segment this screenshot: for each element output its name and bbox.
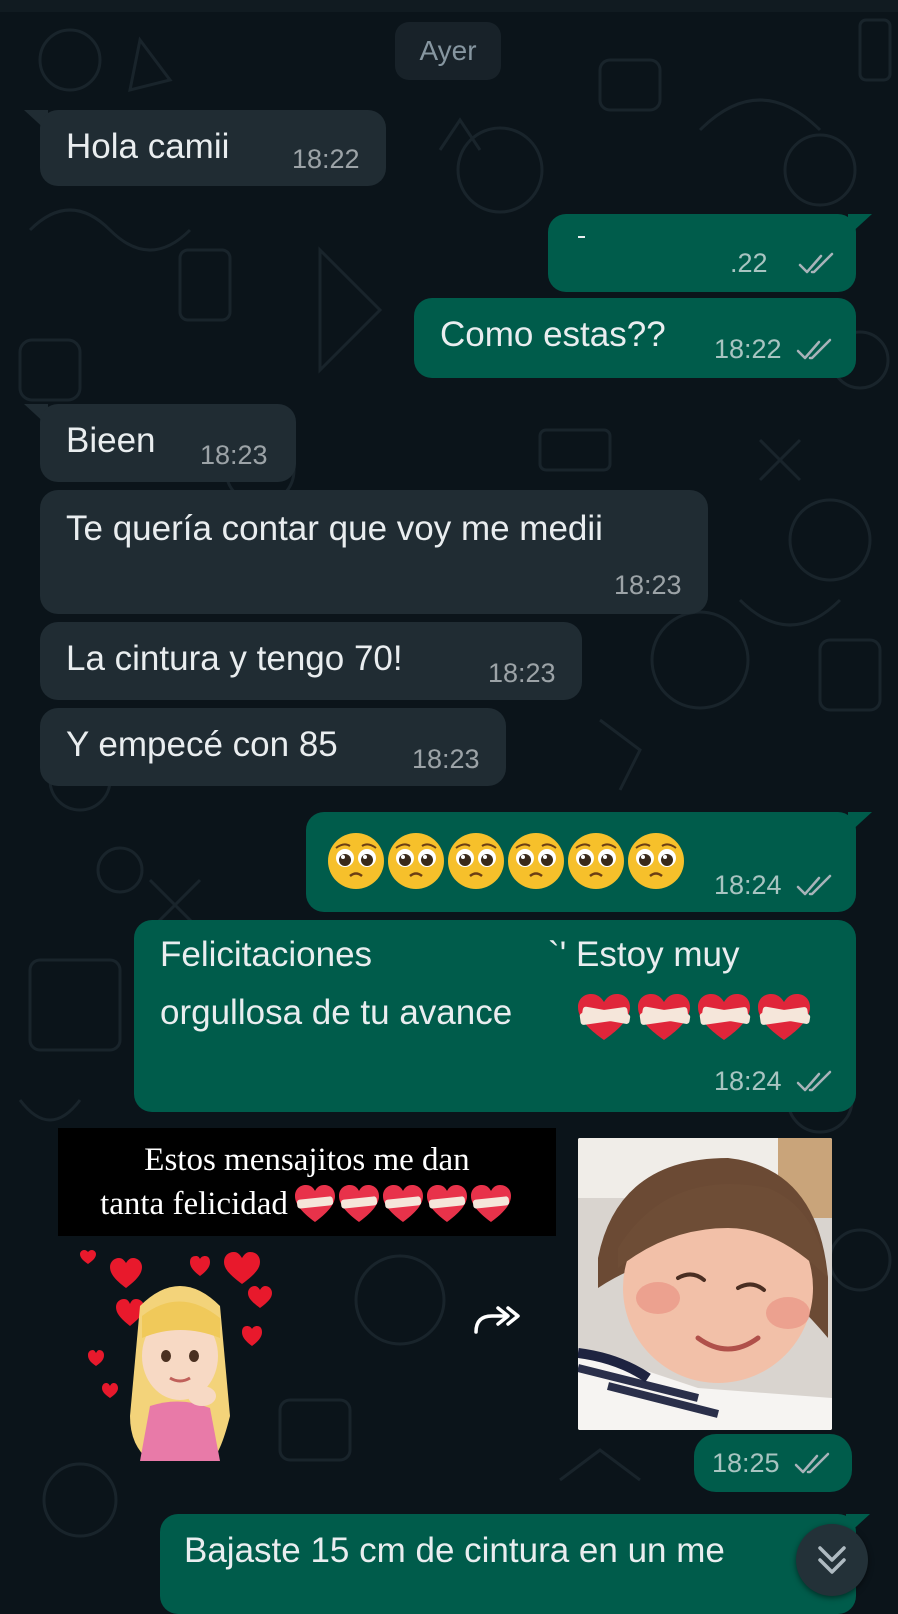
message-time: 18:24 <box>714 870 782 900</box>
date-separator: Ayer <box>395 22 501 80</box>
child-photo[interactable] <box>578 1138 832 1430</box>
message-time: 18:22 <box>292 144 360 174</box>
caption-line: tanta felicidad <box>100 1186 288 1222</box>
double-check-icon <box>796 338 832 360</box>
message-time: 18:23 <box>412 744 480 774</box>
message-text: Hola camii <box>66 127 230 166</box>
redaction-mark <box>578 236 585 238</box>
mending-heart-emoji-row <box>578 994 811 1040</box>
message-outgoing[interactable]: Como estas?? 18:22 <box>414 298 856 378</box>
message-text: Como estas?? <box>440 315 666 354</box>
message-text: `' Estoy muy <box>548 935 740 974</box>
message-time: .22 <box>730 248 768 278</box>
message-text: Bajaste 15 cm de cintura en un me <box>184 1531 725 1570</box>
message-incoming[interactable]: Y empecé con 85 18:23 <box>40 708 506 786</box>
message-time: 18:24 <box>714 1066 782 1096</box>
message-outgoing[interactable]: Felicitaciones `' Estoy muy orgullosa de… <box>134 920 856 1112</box>
caption-line: Estos mensajitos me dan <box>144 1142 470 1178</box>
message-incoming[interactable]: Hola camii 18:22 <box>40 110 386 186</box>
pleading-face-emoji-row <box>328 831 686 891</box>
double-check-icon <box>796 874 832 896</box>
message-incoming[interactable]: La cintura y tengo 70! 18:23 <box>40 622 582 700</box>
double-check-icon <box>794 1452 830 1474</box>
chevron-double-down-icon <box>818 1546 846 1574</box>
message-time: 18:23 <box>200 440 268 470</box>
scroll-to-bottom-button[interactable] <box>796 1524 868 1596</box>
message-time: 18:25 <box>712 1448 780 1478</box>
message-time: 18:23 <box>614 570 682 600</box>
status-strip <box>0 0 898 12</box>
girl-avatar-sticker[interactable] <box>70 1246 290 1466</box>
message-text: Y empecé con 85 <box>66 725 338 764</box>
message-time: 18:22 <box>714 334 782 364</box>
message-text: Bieen <box>66 421 156 460</box>
message-text: La cintura y tengo 70! <box>66 639 403 678</box>
media-time-pill: 18:25 <box>694 1434 852 1492</box>
caption-line-row: tanta felicidad <box>58 1182 556 1226</box>
message-text: orgullosa de tu avance <box>160 993 513 1032</box>
forward-icon[interactable] <box>470 1296 526 1340</box>
double-check-icon <box>796 1070 832 1092</box>
message-incoming[interactable]: Bieen 18:23 <box>40 404 296 482</box>
heart-emoji-row <box>294 1185 511 1222</box>
message-outgoing[interactable]: Bajaste 15 cm de cintura en un me <box>160 1514 856 1614</box>
double-check-icon <box>798 252 834 274</box>
message-outgoing[interactable]: .22 <box>548 214 856 292</box>
message-incoming[interactable]: Te quería contar que voy me medii 18:23 <box>40 490 708 614</box>
message-text: Te quería contar que voy me medii <box>66 509 603 548</box>
message-text: Felicitaciones <box>160 935 373 974</box>
message-outgoing[interactable]: 18:24 <box>306 812 856 912</box>
sticker-caption[interactable]: Estos mensajitos me dan tanta felicidad <box>58 1128 556 1236</box>
message-time: 18:23 <box>488 658 556 688</box>
